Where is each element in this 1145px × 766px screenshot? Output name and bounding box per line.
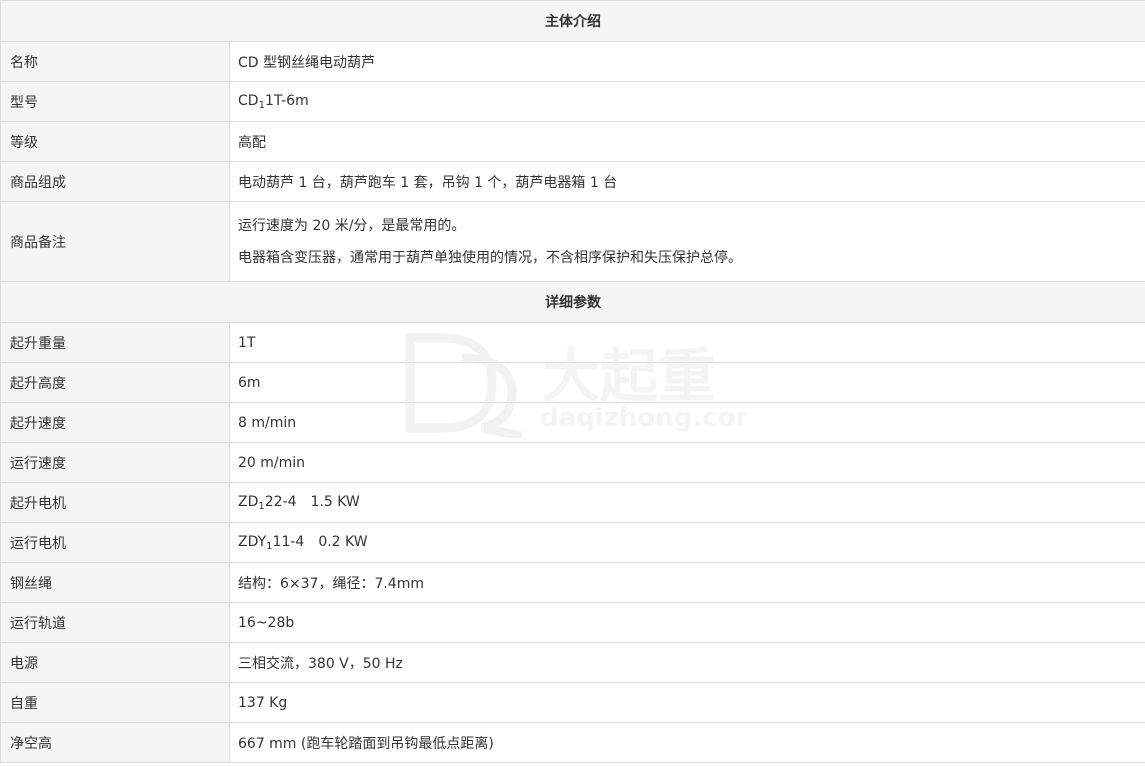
row-value: ZDY111-4 0.2 KW bbox=[229, 522, 1145, 563]
spec-row-lift-weight: 起升重量 1T bbox=[0, 322, 1145, 363]
model-suffix: 1T-6m bbox=[264, 92, 309, 109]
row-label: 电源 bbox=[0, 642, 230, 683]
row-value: 667 mm (跑车轮踏面到吊钩最低点距离) bbox=[229, 722, 1145, 763]
spec-row-headroom: 净空高 667 mm (跑车轮踏面到吊钩最低点距离) bbox=[0, 722, 1145, 763]
row-label: 起升速度 bbox=[0, 402, 230, 443]
row-value: 运行速度为 20 米/分，是最常用的。 电器箱含变压器，通常用于葫芦单独使用的情… bbox=[229, 201, 1145, 282]
row-label: 起升高度 bbox=[0, 362, 230, 403]
row-label: 等级 bbox=[0, 121, 230, 162]
row-label: 运行轨道 bbox=[0, 602, 230, 643]
spec-row-name: 名称 CD 型钢丝绳电动葫芦 bbox=[0, 41, 1145, 82]
motor-power: 1.5 KW bbox=[310, 493, 360, 510]
section-title: 主体介绍 bbox=[0, 0, 1145, 42]
spec-row-lift-speed: 起升速度 8 m/min bbox=[0, 402, 1145, 443]
model-prefix: CD bbox=[238, 92, 259, 109]
row-value: 20 m/min bbox=[229, 442, 1145, 483]
row-label: 钢丝绳 bbox=[0, 562, 230, 603]
row-label: 起升电机 bbox=[0, 482, 230, 523]
remark-line-1: 运行速度为 20 米/分，是最常用的。 bbox=[238, 217, 466, 234]
row-value: CD 型钢丝绳电动葫芦 bbox=[229, 41, 1145, 82]
row-value: 结构：6×37，绳径：7.4mm bbox=[229, 562, 1145, 603]
spec-row-model: 型号 CD11T-6m bbox=[0, 81, 1145, 122]
row-label: 运行速度 bbox=[0, 442, 230, 483]
motor-power: 0.2 KW bbox=[318, 533, 368, 550]
row-value: ZD122-4 1.5 KW bbox=[229, 482, 1145, 523]
spec-row-lift-motor: 起升电机 ZD122-4 1.5 KW bbox=[0, 482, 1145, 523]
spec-row-self-weight: 自重 137 Kg bbox=[0, 682, 1145, 723]
spec-row-wire-rope: 钢丝绳 结构：6×37，绳径：7.4mm bbox=[0, 562, 1145, 603]
row-label: 型号 bbox=[0, 81, 230, 122]
motor-prefix: ZD bbox=[238, 493, 259, 510]
spec-row-travel-motor: 运行电机 ZDY111-4 0.2 KW bbox=[0, 522, 1145, 563]
spec-row-track: 运行轨道 16~28b bbox=[0, 602, 1145, 643]
row-label: 商品组成 bbox=[0, 161, 230, 202]
row-label: 名称 bbox=[0, 41, 230, 82]
section-header-params: 详细参数 bbox=[0, 281, 1145, 323]
spec-row-composition: 商品组成 电动葫芦 1 台，葫芦跑车 1 套，吊钩 1 个，葫芦电器箱 1 台 bbox=[0, 161, 1145, 202]
row-value: 8 m/min bbox=[229, 402, 1145, 443]
spec-row-lift-height: 起升高度 6m bbox=[0, 362, 1145, 403]
row-label: 运行电机 bbox=[0, 522, 230, 563]
motor-suffix: 22-4 bbox=[264, 493, 297, 510]
row-value: 1T bbox=[229, 322, 1145, 363]
row-label: 自重 bbox=[0, 682, 230, 723]
product-spec-table: 主体介绍 名称 CD 型钢丝绳电动葫芦 型号 CD11T-6m 等级 高配 商品… bbox=[0, 0, 1145, 763]
row-label: 商品备注 bbox=[0, 201, 230, 282]
row-label: 起升重量 bbox=[0, 322, 230, 363]
row-value: 高配 bbox=[229, 121, 1145, 162]
spec-row-travel-speed: 运行速度 20 m/min bbox=[0, 442, 1145, 483]
section-title: 详细参数 bbox=[0, 281, 1145, 323]
row-value: CD11T-6m bbox=[229, 81, 1145, 122]
row-value: 三相交流，380 V，50 Hz bbox=[229, 642, 1145, 683]
remark-line-2: 电器箱含变压器，通常用于葫芦单独使用的情况，不含相序保护和失压保护总停。 bbox=[238, 249, 742, 266]
row-value: 137 Kg bbox=[229, 682, 1145, 723]
spec-row-grade: 等级 高配 bbox=[0, 121, 1145, 162]
row-value: 电动葫芦 1 台，葫芦跑车 1 套，吊钩 1 个，葫芦电器箱 1 台 bbox=[229, 161, 1145, 202]
row-value: 16~28b bbox=[229, 602, 1145, 643]
motor-prefix: ZDY bbox=[238, 533, 267, 550]
spec-row-remarks: 商品备注 运行速度为 20 米/分，是最常用的。 电器箱含变压器，通常用于葫芦单… bbox=[0, 201, 1145, 282]
motor-suffix: 11-4 bbox=[272, 533, 305, 550]
row-label: 净空高 bbox=[0, 722, 230, 763]
spec-row-power: 电源 三相交流，380 V，50 Hz bbox=[0, 642, 1145, 683]
row-value: 6m bbox=[229, 362, 1145, 403]
section-header-intro: 主体介绍 bbox=[0, 0, 1145, 42]
